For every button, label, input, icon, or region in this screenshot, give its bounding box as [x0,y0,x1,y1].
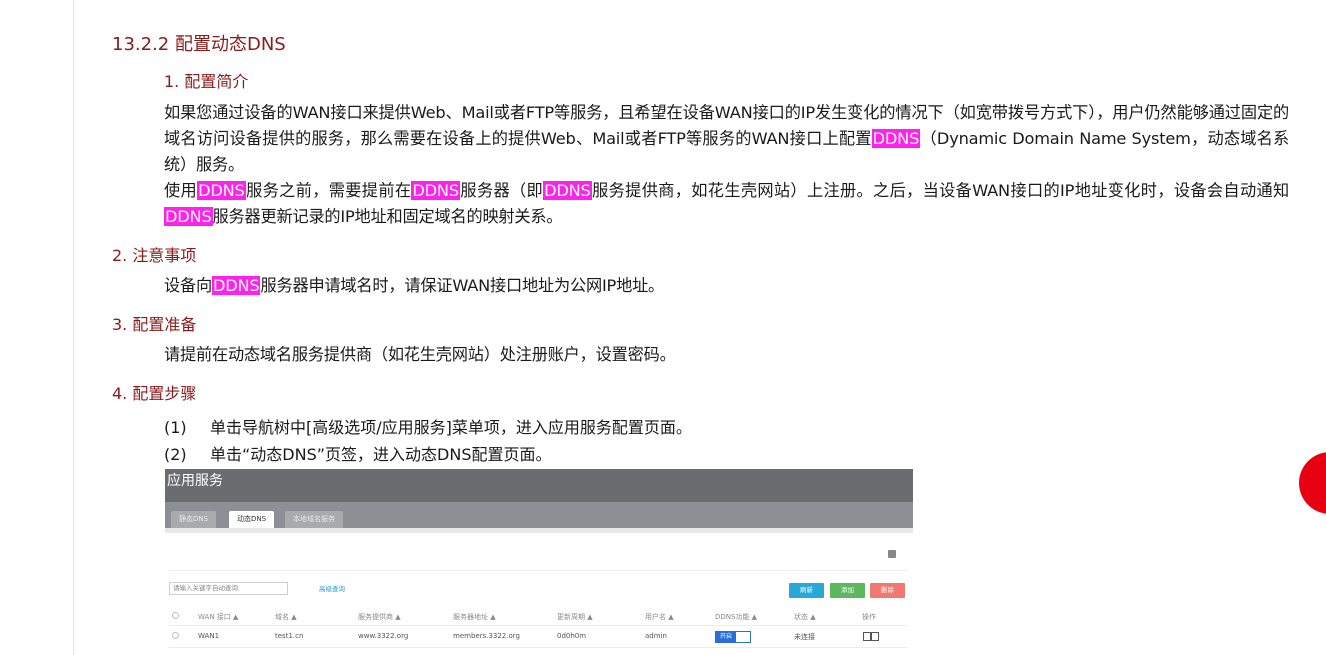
text: 设备向 [164,276,212,295]
column-header: 操作 [862,613,876,621]
edit-icon[interactable] [863,632,871,641]
heading-steps: 4. 配置步骤 [112,384,197,403]
step-number: (2) [164,445,187,464]
step-2: (2) 单击“动态DNS”页签，进入动态DNS配置页面。 [164,441,551,465]
step-1: (1) 单击导航树中[高级选项/应用服务]菜单项，进入应用服务配置页面。 [164,414,692,438]
column-header[interactable]: 服务提供商 ▲ [358,612,401,622]
screenshot-strip [165,528,913,533]
tab-dynamic-dns[interactable]: 动态DNS [229,511,275,528]
table-cell: 未连接 [794,633,815,641]
ddns-highlight: DDNS [211,276,261,295]
screenshot-tabbar: 静态DNS 动态DNS 本地域名服务 [165,502,913,528]
divider [169,570,907,571]
column-header[interactable]: WAN 接口 ▲ [198,612,238,622]
ddns-highlight: DDNS [197,181,246,200]
delete-button[interactable]: 删除 [870,583,905,598]
table-cell: www.3322.org [358,632,409,640]
heading-config-intro: 1. 配置简介 [164,72,249,91]
row-divider [169,625,907,626]
table-cell: admin [645,632,667,640]
step-text: 单击“动态DNS”页签，进入动态DNS配置页面。 [210,445,552,464]
column-header[interactable]: 更新周期 ▲ [557,612,593,622]
column-header[interactable]: 用户名 ▲ [645,612,674,622]
ddns-toggle[interactable]: 开启 [715,631,751,643]
delete-icon[interactable] [871,632,879,641]
table-cell: 0d0h0m [557,632,587,640]
table-cell: WAN1 [198,632,220,640]
paragraph-intro-2: 使用DDNS服务之前，需要提前在DDNS服务器（即DDNS服务提供商，如花生壳网… [164,178,1289,230]
column-header[interactable]: DDNS功能 ▲ [715,612,757,622]
search-input[interactable]: 请输入关键字自动查询 [169,582,288,595]
row-operations [863,632,879,641]
ddns-highlight: DDNS [543,181,592,200]
paragraph-prep: 请提前在动态域名服务提供商（如花生壳网站）处注册账户，设置密码。 [164,345,676,364]
row-divider [169,647,907,648]
text: 服务提供商，如花生壳网站）上注册。之后，当设备WAN接口的IP地址变化时，设备会… [591,181,1290,200]
text: 服务之前，需要提前在 [245,181,412,200]
advanced-search-link[interactable]: 高级查询 [319,583,345,593]
add-button[interactable]: 添加 [830,583,865,598]
paragraph-notes: 设备向DDNS服务器申请域名时，请保证WAN接口地址为公网IP地址。 [164,273,1289,299]
column-header[interactable]: 域名 ▲ [275,612,297,622]
text: 服务器（即 [459,181,544,200]
section-title: 13.2.2 配置动态DNS [112,34,286,55]
text: 使用 [164,181,198,200]
column-header[interactable]: 服务器地址 ▲ [453,612,496,622]
select-all-checkbox[interactable] [172,612,179,619]
ddns-highlight: DDNS [871,129,921,148]
column-header[interactable]: 状态 ▲ [794,612,816,622]
paragraph-intro-1: 如果您通过设备的WAN接口来提供Web、Mail或者FTP等服务，且希望在设备W… [164,100,1289,178]
ddns-highlight: DDNS [411,181,460,200]
refresh-button[interactable]: 刷新 [789,583,824,598]
heading-prep: 3. 配置准备 [112,315,197,334]
table-cell: test1.cn [275,632,304,640]
tab-static-dns[interactable]: 静态DNS [171,511,217,528]
row-checkbox[interactable] [172,632,179,639]
toggle-on-label: 开启 [716,632,736,642]
text: 服务器更新记录的IP地址和固定域名的映射关系。 [212,207,563,226]
floating-circle-button[interactable] [1299,452,1326,514]
step-number: (1) [164,418,187,437]
screenshot-header: 应用服务 [165,469,913,502]
left-rule [73,0,74,655]
text: 服务器申请域名时，请保证WAN接口地址为公网IP地址。 [260,276,665,295]
table-cell: members.3322.org [453,632,520,640]
ddns-highlight: DDNS [164,207,213,226]
app-service-screenshot: 应用服务 静态DNS 动态DNS 本地域名服务 请输入关键字自动查询 高级查询 … [165,469,913,655]
tab-local-domain[interactable]: 本地域名服务 [285,511,343,528]
step-text: 单击导航树中[高级选项/应用服务]菜单项，进入应用服务配置页面。 [210,418,692,437]
heading-notes: 2. 注意事项 [112,246,197,265]
printer-icon[interactable] [888,550,896,558]
